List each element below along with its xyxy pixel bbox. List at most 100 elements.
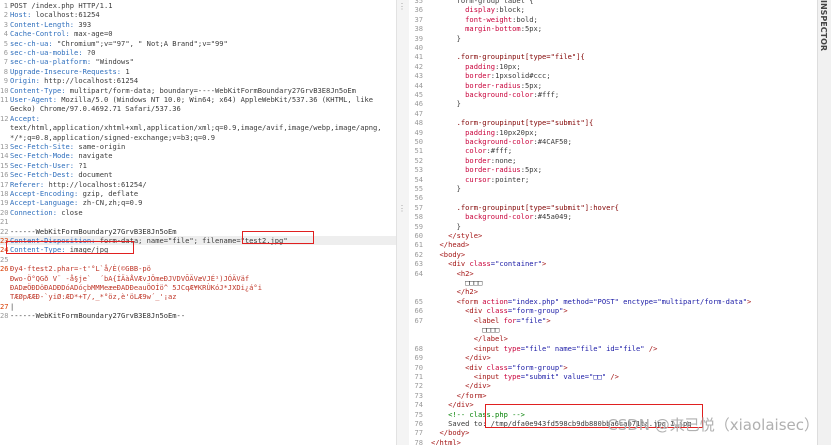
request-line[interactable]: */*;q=0.8,application/signed-exchange;v=… [0, 133, 396, 142]
request-line[interactable]: 4 Cache-Control: max-age=0 [0, 29, 396, 38]
request-line[interactable]: 16 Sec-Fetch-Dest: document [0, 170, 396, 179]
request-line[interactable]: Ðwo-Ö°QGð V¨ -å§je` ´bA{ÍÄàÅVÆvJÖmeÐJVDV… [0, 274, 396, 283]
response-line[interactable]: 60 </style> [409, 231, 817, 240]
line-number: 53 [414, 165, 423, 175]
resize-handle-icon[interactable]: ⋮ [398, 204, 406, 213]
response-line[interactable]: 51 color:#fff; [409, 146, 817, 155]
response-line[interactable]: 49 padding:10px20px; [409, 128, 817, 137]
response-line[interactable]: 64 <h2> [409, 269, 817, 278]
response-line[interactable]: 36 display:block; [409, 5, 817, 14]
line-number: 15 [0, 160, 9, 170]
request-line[interactable]: Gecko) Chrome/97.0.4692.71 Safari/537.36 [0, 104, 396, 113]
response-line[interactable]: 43 border:1pxsolid#ccc; [409, 71, 817, 80]
request-line[interactable]: 14 Sec-Fetch-Mode: navigate [0, 151, 396, 160]
response-line[interactable]: 54 cursor:pointer; [409, 175, 817, 184]
request-line[interactable]: 3 Content-Length: 393 [0, 20, 396, 29]
response-line[interactable]: 73 </form> [409, 391, 817, 400]
request-line[interactable]: 1 POST /index.php HTTP/1.1 [0, 1, 396, 10]
request-line[interactable]: 26 Ðy4-ftest2.phar=-t'°L`å/È(©GBB-pö [0, 264, 396, 273]
response-line[interactable]: 41 .form-groupinput[type="file"]{ [409, 52, 817, 61]
line-text: □□□□ [431, 325, 817, 334]
request-line[interactable]: 10 Content-Type: multipart/form-data; bou… [0, 86, 396, 95]
response-line[interactable]: 45 background-color:#fff; [409, 90, 817, 99]
line-text: border-radius:5px; [431, 165, 817, 174]
header-value: http://localhost:61254 [44, 76, 139, 86]
request-line[interactable]: 8 Upgrade-Insecure-Requests: 1 [0, 67, 396, 76]
response-line[interactable]: 40 [409, 43, 817, 52]
line-number: 41 [414, 52, 423, 62]
request-line[interactable]: 18 Accept-Encoding: gzip, deflate [0, 189, 396, 198]
request-line[interactable]: 12 Accept: [0, 114, 396, 123]
request-line[interactable]: 25 [0, 255, 396, 264]
response-line[interactable]: 37 font-weight:bold; [409, 15, 817, 24]
request-line[interactable]: 17 Referer: http://localhost:61254/ [0, 180, 396, 189]
html-attr-value: ="container" [490, 259, 543, 269]
line-number: 57 [414, 202, 423, 212]
response-line[interactable]: 56 [409, 193, 817, 202]
request-line[interactable]: 15 Sec-Fetch-User: ?1 [0, 161, 396, 170]
request-line[interactable]: 19 Accept-Language: zh-CN,zh;q=0.9 [0, 198, 396, 207]
response-line[interactable]: 59 } [409, 222, 817, 231]
response-line[interactable]: 72 </div> [409, 381, 817, 390]
inspector-label[interactable]: INSPECTOR [819, 0, 828, 51]
request-line[interactable]: 5 sec-ch-ua: "Chromium";v="97", " Not;A B… [0, 39, 396, 48]
response-line[interactable]: 38 margin-bottom:5px; [409, 24, 817, 33]
request-line[interactable]: 9 Origin: http://localhost:61254 [0, 76, 396, 85]
response-line[interactable]: 70 <div class="form-group"> [409, 363, 817, 372]
line-text: } [431, 34, 817, 43]
response-line[interactable]: 57 .form-groupinput[type="submit"]:hover… [409, 203, 817, 212]
request-line[interactable]: 21 [0, 217, 396, 226]
request-line[interactable]: 20 Connection: close [0, 208, 396, 217]
html-attr-value: ="index.php" method="POST" enctype="mult… [507, 296, 748, 306]
response-line[interactable]: 65 <form action="index.php" method="POST… [409, 297, 817, 306]
line-text: border:1pxsolid#ccc; [431, 71, 817, 80]
response-line[interactable]: 46 } [409, 99, 817, 108]
request-line[interactable]: 7 sec-ch-ua-platform: "Windows" [0, 57, 396, 66]
request-line[interactable]: 11 User-Agent: Mozilla/5.0 (Windows NT 10… [0, 95, 396, 104]
line-number: 27 [0, 301, 9, 311]
request-line[interactable]: ÐADæÖÐDöÐADÐDóADóçbMMMeæeÐADÐeauÖOÍö^ 5J… [0, 283, 396, 292]
request-line[interactable]: 2 Host: localhost:61254 [0, 10, 396, 19]
request-line[interactable]: 27 | [0, 302, 396, 311]
response-line[interactable]: 53 border-radius:5px; [409, 165, 817, 174]
response-line[interactable]: </label> [409, 334, 817, 343]
request-line[interactable]: 28 ------WebKitFormBoundary27GrvB3E8Jn5oE… [0, 311, 396, 320]
response-line[interactable]: 44 border-radius:5px; [409, 81, 817, 90]
response-line[interactable]: 52 border:none; [409, 156, 817, 165]
request-line[interactable]: 13 Sec-Fetch-Site: same-origin [0, 142, 396, 151]
response-line[interactable]: □□□□ [409, 278, 817, 287]
line-number: 8 [3, 66, 8, 76]
collapse-arrows-icon[interactable]: ⋮ [398, 2, 406, 11]
response-line[interactable]: 78 </html> [409, 438, 817, 445]
line-text: Accept-Language: zh-CN,zh;q=0.9 [10, 198, 396, 207]
response-line[interactable]: 63 <div class="container"> [409, 259, 817, 268]
request-line[interactable]: TÆØpÆÆÐ-`yiØ:ÆD*+T/,_*°öz,è'öLÆ9w´_'¡az [0, 292, 396, 301]
response-line[interactable]: 69 </div> [409, 353, 817, 362]
response-line[interactable]: 39 } [409, 34, 817, 43]
request-line[interactable]: 22 ------WebKitFormBoundary27GrvB3E8Jn5oE… [0, 227, 396, 236]
response-line[interactable]: 62 <body> [409, 250, 817, 259]
raw-text: TÆØpÆÆÐ-`yiØ:ÆD*+T/,_*°öz,è'öLÆ9w´_'¡az [10, 292, 177, 302]
response-viewer[interactable]: 35 form-group label {36 display:block; 37… [409, 0, 817, 445]
request-line[interactable]: 6 sec-ch-ua-mobile: ?0 [0, 48, 396, 57]
response-line[interactable]: 67 <label for="file"> [409, 316, 817, 325]
pane-divider[interactable]: ⋮ ⋮ [396, 0, 410, 445]
inspector-sidebar[interactable]: INSPECTOR [817, 0, 831, 445]
request-editor[interactable]: 1 POST /index.php HTTP/1.1 2 Host: localhos… [0, 0, 396, 445]
request-line[interactable]: text/html,application/xhtml+xml,applicat… [0, 123, 396, 132]
response-line[interactable]: 50 background-color:#4CAF50; [409, 137, 817, 146]
response-line[interactable]: 58 background-color:#45a049; [409, 212, 817, 221]
response-line[interactable]: 48 .form-groupinput[type="submit"]{ [409, 118, 817, 127]
response-line[interactable]: 47 [409, 109, 817, 118]
response-line[interactable]: 61 </head> [409, 240, 817, 249]
header-value: document [78, 170, 113, 180]
response-line[interactable]: 55 } [409, 184, 817, 193]
response-line[interactable]: 71 <input type="submit" value="□□" /> [409, 372, 817, 381]
css-value: :none; [490, 155, 517, 165]
line-text: </style> [431, 231, 817, 240]
response-line[interactable]: □□□□ [409, 325, 817, 334]
response-line[interactable]: 68 <input type="file" name="file" id="fi… [409, 344, 817, 353]
response-line[interactable]: 66 <div class="form-group"> [409, 306, 817, 315]
response-line[interactable]: 42 padding:10px; [409, 62, 817, 71]
response-line[interactable]: </h2> [409, 287, 817, 296]
